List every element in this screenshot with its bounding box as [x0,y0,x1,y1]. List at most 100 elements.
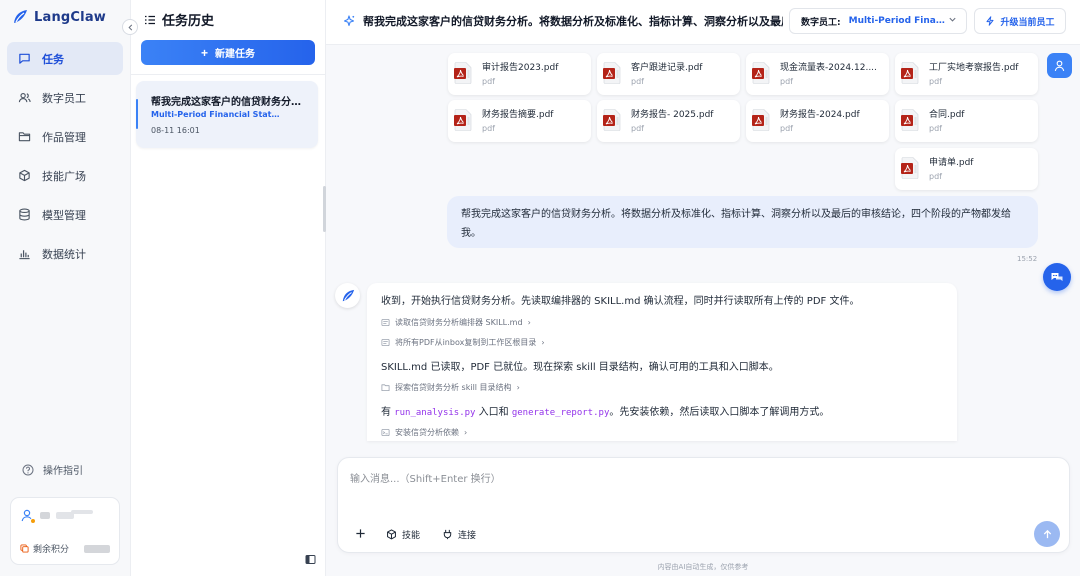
user-card[interactable]: 剩余积分 [10,497,120,565]
attachment-type: pdf [929,172,942,181]
pdf-file-icon [901,109,919,131]
tool-step[interactable]: 探索信贷财务分析 skill 目录结构 › [381,382,520,393]
collapse-sidebar-button[interactable] [122,19,138,35]
pdf-file-icon [454,109,472,131]
logo-icon [14,10,27,23]
chevron-right-icon: › [464,428,468,437]
logo[interactable]: LangClaw [12,9,106,25]
attachment-type: pdf [929,77,942,86]
tool-step-label: 将所有PDF从inbox复制到工作区根目录 [395,338,537,347]
active-indicator [136,99,138,129]
nav-item-works[interactable]: 作品管理 [7,120,123,153]
history-task-item[interactable]: 帮我完成这家客户的信贷财务分析... Multi-Period Financia… [136,81,318,148]
nav-item-tasks[interactable]: 任务 [7,42,123,75]
pdf-file-icon [752,109,770,131]
attachment-card[interactable]: 工厂实地考察报告.pdf pdf [895,53,1038,95]
employee-value: Multi-Period Financi... [848,16,947,26]
attachment-name: 客户跟进记录.pdf [631,63,703,73]
nav-item-skills[interactable]: 技能广场 [7,159,123,192]
employee-select[interactable]: 数字员工: Multi-Period Financi... [789,8,967,34]
nav-item-label: 模型管理 [42,208,86,222]
panel-toggle-icon[interactable] [305,554,316,565]
logo-icon [342,289,354,301]
left-sidebar: LangClaw 任务 数字员工 作品管理 技能广场 模型管理 数据统计 操作指… [0,0,131,576]
code-inline: run_analysis.py [394,408,476,418]
attachment-card[interactable]: 财务报告摘要.pdf pdf [448,100,591,142]
pdf-file-icon [603,109,621,131]
attachment-name: 财务报告- 2025.pdf [631,110,714,120]
employee-profile-button[interactable] [1047,53,1072,78]
text-segment: 有 [381,407,395,418]
attachment-type: pdf [482,124,495,133]
attachment-name: 合同.pdf [929,110,965,120]
plug-icon [443,529,452,540]
support-chat-button[interactable] [1043,263,1071,291]
avatar [20,508,36,524]
attachment-card[interactable]: 审计报告2023.pdf pdf [448,53,591,95]
skills-button[interactable]: 技能 [386,528,420,541]
new-task-label: 新建任务 [215,49,255,60]
task-employee: Multi-Period Financial Statement A... [151,110,283,119]
tool-step[interactable]: 将所有PDF从inbox复制到工作区根目录 › [381,337,545,348]
employee-label: 数字员工: [801,17,841,28]
nav-item-models[interactable]: 模型管理 [7,198,123,231]
chat-title: 帮我完成这家客户的信贷财务分析。将数据分析及标准化、指标计算、洞察分析以及最后的… [363,15,783,28]
tool-step[interactable]: 安装信贷分析依赖 › [381,427,467,438]
coins-icon [20,544,29,553]
cube-icon [387,529,396,540]
attachment-card[interactable]: 财务报告-2024.pdf pdf [746,100,889,142]
attach-button[interactable] [355,528,366,539]
attachment-card[interactable]: 客户跟进记录.pdf pdf [597,53,740,95]
nav-item-digital-employees[interactable]: 数字员工 [7,81,123,114]
app-name: LangClaw [34,9,106,25]
tool-step-label: 探索信贷财务分析 skill 目录结构 [395,383,512,392]
history-title: 任务历史 [162,14,215,29]
attachment-card[interactable]: 合同.pdf pdf [895,100,1038,142]
message-time: 15:52 [1017,255,1038,263]
guide-link[interactable]: 操作指引 [22,462,83,477]
tool-step[interactable]: 读取信贷财务分析编排器 SKILL.md › [381,317,531,328]
pdf-file-icon [752,62,770,84]
skills-label: 技能 [402,531,421,541]
assistant-text: 有 run_analysis.py 入口和 generate_report.py… [381,403,829,418]
attachment-type: pdf [482,77,495,86]
attachment-type: pdf [929,124,942,133]
users-icon [18,92,31,103]
connect-label: 连接 [458,531,477,541]
status-dot [30,518,36,524]
pdf-file-icon [901,157,919,179]
tool-step-label: 读取信贷财务分析编排器 SKILL.md [395,318,523,327]
attachment-type: pdf [780,124,793,133]
attachment-name: 工厂实地考察报告.pdf [929,63,1019,73]
assistant-text: 收到，开始执行信贷财务分析。先读取编排器的 SKILL.md 确认流程，同时并行… [381,296,860,307]
task-time: 08-11 16:01 [151,126,200,135]
credits-label: 剩余积分 [33,545,70,555]
sparkle-icon [343,15,355,27]
attachment-name: 财务报告-2024.pdf [780,110,860,120]
send-button[interactable] [1034,521,1060,547]
attachment-card[interactable]: 现金流量表-2024.12.... pdf [746,53,889,95]
upgrade-employee-button[interactable]: 升级当前员工 [974,8,1066,34]
nav-item-label: 数字员工 [42,91,86,105]
attachment-card[interactable]: 财务报告- 2025.pdf pdf [597,100,740,142]
lightning-icon [986,16,994,26]
chevron-right-icon: › [516,383,520,392]
folder-icon [381,384,390,392]
attachment-card[interactable]: 申请单.pdf pdf [895,148,1038,190]
nav-item-label: 作品管理 [42,130,86,144]
plus-icon [356,529,365,538]
new-task-button[interactable]: + 新建任务 [141,40,315,65]
attachment-name: 现金流量表-2024.12.... [780,63,877,73]
pdf-file-icon [901,62,919,84]
connect-button[interactable]: 连接 [442,528,476,541]
nav-item-stats[interactable]: 数据统计 [7,237,123,270]
history-header: 任务历史 [144,10,214,29]
attachment-type: pdf [631,77,644,86]
message-input[interactable] [350,470,950,488]
user-row [20,508,74,524]
message-composer: 技能 连接 [337,457,1070,553]
text-segment: 入口和 [475,407,512,418]
user-message-text: 帮我完成这家客户的信贷财务分析。将数据分析及标准化、指标计算、洞察分析以及最后的… [461,209,1011,239]
divider [131,74,326,75]
guide-label: 操作指引 [43,466,83,477]
